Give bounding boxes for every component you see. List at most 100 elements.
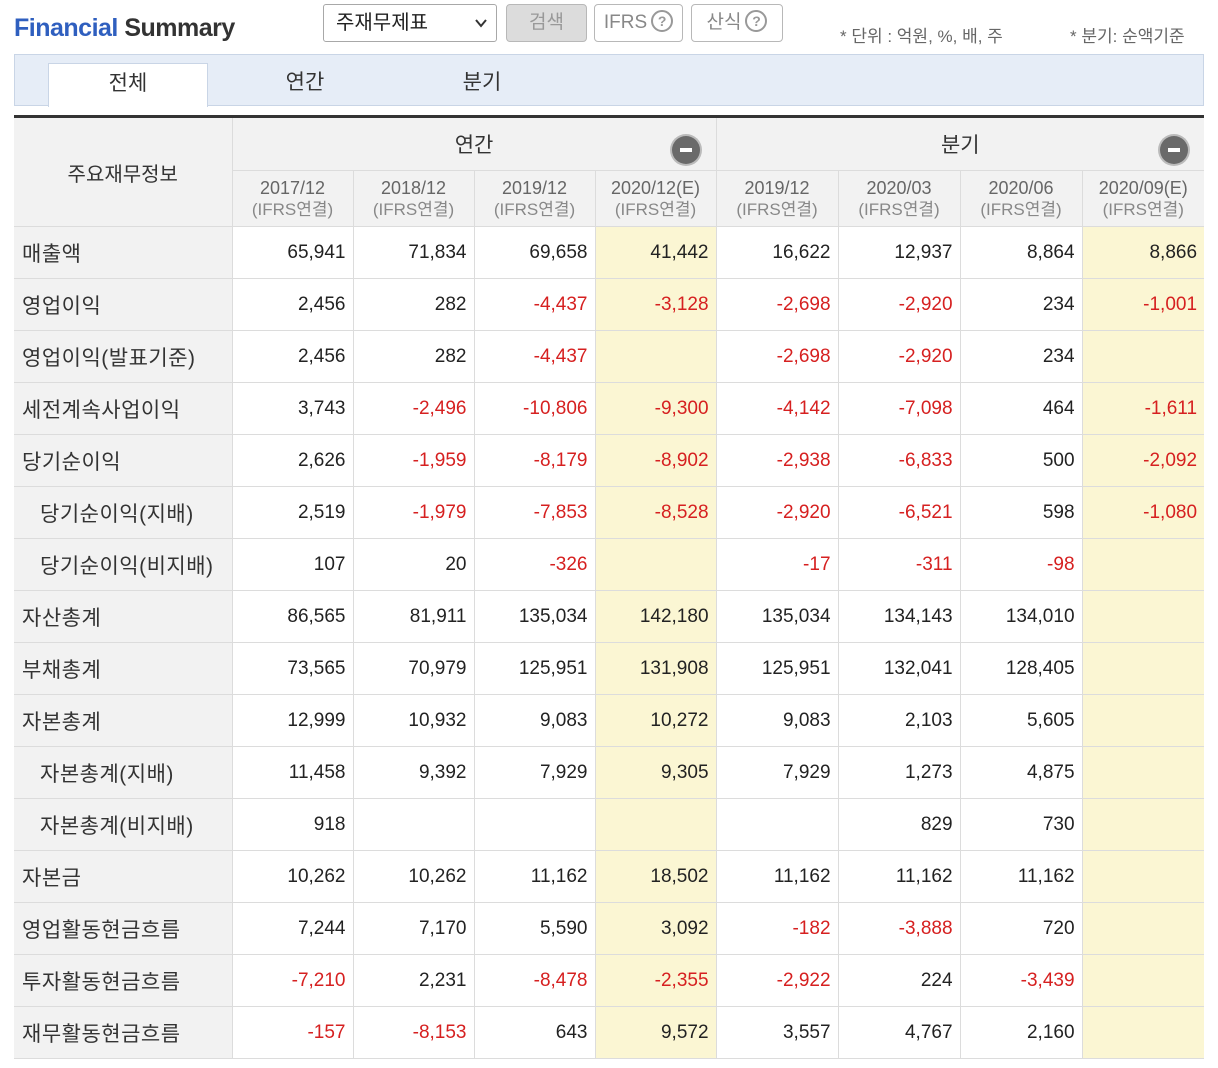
search-button[interactable]: 검색	[506, 4, 587, 42]
table-cell: 282	[352, 278, 475, 331]
table-cell: -98	[959, 538, 1083, 591]
period-header: 2020/03 (IFRS연결)	[837, 170, 961, 227]
row-label: 당기순이익(지배)	[14, 486, 233, 539]
table-cell: 10,262	[352, 850, 475, 903]
table-cell: 11,162	[837, 850, 961, 903]
period-basis: (IFRS연결)	[858, 199, 940, 219]
row-label: 투자활동현금흐름	[14, 954, 233, 1007]
table-cell: 18,502	[594, 850, 717, 903]
table-row: 영업활동현금흐름 7,244 7,170 5,590 3,092 -182 -3,888 72…	[14, 902, 1205, 955]
ifrs-help-button[interactable]: IFRS?	[594, 4, 683, 42]
table-cell: 2,456	[231, 330, 354, 383]
tab-annual[interactable]: 연간	[225, 63, 385, 107]
period-basis: (IFRS연결)	[251, 199, 334, 219]
row-label: 자본금	[14, 850, 233, 903]
row-label: 영업이익(발표기준)	[14, 330, 233, 383]
collapse-quarterly-icon[interactable]	[1160, 136, 1189, 164]
table-cell: 73,565	[231, 642, 354, 695]
table-cell: -6,521	[837, 486, 961, 539]
table-cell: -1,080	[1081, 486, 1205, 539]
tab-all[interactable]: 전체	[48, 63, 208, 107]
table-cell: 11,162	[473, 850, 596, 903]
table-cell: 86,565	[231, 590, 354, 643]
table-cell: -326	[473, 538, 596, 591]
table-cell: 9,392	[352, 746, 475, 799]
chevron-down-icon	[475, 19, 487, 28]
period-basis: (IFRS연결)	[1102, 199, 1184, 219]
table-cell: 10,272	[594, 694, 717, 747]
table-cell: 598	[959, 486, 1083, 539]
period-header: 2018/12 (IFRS연결)	[352, 170, 475, 227]
period-date: 2020/09(E)	[1098, 177, 1188, 198]
table-cell: 71,834	[352, 226, 475, 279]
table-cell: 4,875	[959, 746, 1083, 799]
table-cell: 9,572	[594, 1006, 717, 1059]
table-cell	[352, 798, 475, 851]
table-cell: 7,929	[715, 746, 839, 799]
table-cell: 70,979	[352, 642, 475, 695]
table-cell: -6,833	[837, 434, 961, 487]
question-circle-icon: ?	[745, 9, 768, 32]
financial-summary-table: 주요재무정보 연간 분기 2017/12 (IFRS연결) 2018/12 (IFRS…	[14, 115, 1205, 1059]
period-date: 2020/06	[988, 177, 1054, 198]
table-row: 자본총계(지배) 11,458 9,392 7,929 9,305 7,929 1,273 4…	[14, 746, 1205, 799]
table-cell: -1,979	[352, 486, 475, 539]
period-basis: (IFRS연결)	[736, 199, 818, 219]
table-cell: -2,922	[715, 954, 839, 1007]
table-cell: -8,902	[594, 434, 717, 487]
table-cell: -4,437	[473, 330, 596, 383]
table-cell: 3,743	[231, 382, 354, 435]
title-summary: Summary	[124, 14, 235, 42]
table-row: 자본총계 12,999 10,932 9,083 10,272 9,083 2,103 5,6…	[14, 694, 1205, 747]
ifrs-button-label: IFRS	[603, 12, 648, 33]
table-cell: -8,153	[352, 1006, 475, 1059]
table-cell: 2,519	[231, 486, 354, 539]
table-cell: 500	[959, 434, 1083, 487]
row-label: 당기순이익(비지배)	[14, 538, 233, 591]
table-cell: -2,355	[594, 954, 717, 1007]
statement-type-select[interactable]: 주재무제표	[323, 4, 497, 42]
table-cell: -17	[715, 538, 839, 591]
quarter-basis-note: * 분기: 순액기준	[1070, 27, 1185, 46]
period-header: 2020/06 (IFRS연결)	[959, 170, 1083, 227]
formula-help-button[interactable]: 산식?	[691, 4, 783, 42]
table-cell	[1081, 590, 1205, 643]
table-cell: 730	[959, 798, 1083, 851]
table-cell: -2,698	[715, 278, 839, 331]
table-cell: 829	[837, 798, 961, 851]
group-header-annual-label: 연간	[454, 134, 494, 157]
table-cell: -2,920	[837, 278, 961, 331]
table-cell: -2,920	[715, 486, 839, 539]
table-row: 당기순이익(지배) 2,519 -1,979 -7,853 -8,528 -2,920 -6…	[14, 486, 1205, 539]
table-cell: 125,951	[473, 642, 596, 695]
question-circle-icon: ?	[651, 9, 674, 32]
table-cell: 131,908	[594, 642, 717, 695]
table-cell: -4,142	[715, 382, 839, 435]
table-cell: -3,888	[837, 902, 961, 955]
table-row: 영업이익 2,456 282 -4,437 -3,128 -2,698 -2,920 234-…	[14, 278, 1205, 331]
table-cell: 135,034	[715, 590, 839, 643]
table-cell: -7,210	[231, 954, 354, 1007]
table-cell: 3,092	[594, 902, 717, 955]
table-row: 자본총계(비지배) 918 829 730	[14, 798, 1205, 851]
table-cell: -2,092	[1081, 434, 1205, 487]
table-row: 세전계속사업이익 3,743 -2,496 -10,806 -9,300 -4,142 -7…	[14, 382, 1205, 435]
table-cell: 10,932	[352, 694, 475, 747]
collapse-annual-icon[interactable]	[671, 136, 700, 164]
period-basis: (IFRS연결)	[614, 199, 697, 219]
table-cell: 2,626	[231, 434, 354, 487]
table-cell	[1081, 902, 1205, 955]
period-basis: (IFRS연결)	[980, 199, 1062, 219]
table-cell: 11,162	[715, 850, 839, 903]
table-row: 부채총계 73,565 70,979 125,951 131,908 125,951 132…	[14, 642, 1205, 695]
table-cell: 11,458	[231, 746, 354, 799]
table-cell: 142,180	[594, 590, 717, 643]
group-header-annual: 연간	[231, 116, 717, 171]
tab-quarterly[interactable]: 분기	[402, 63, 562, 107]
table-cell: 16,622	[715, 226, 839, 279]
table-cell: 9,083	[715, 694, 839, 747]
table-cell: 720	[959, 902, 1083, 955]
table-row: 영업이익(발표기준) 2,456 282 -4,437 -2,698 -2,920 234	[14, 330, 1205, 383]
table-cell	[594, 538, 717, 591]
period-header: 2020/12(E) (IFRS연결)	[594, 170, 717, 227]
